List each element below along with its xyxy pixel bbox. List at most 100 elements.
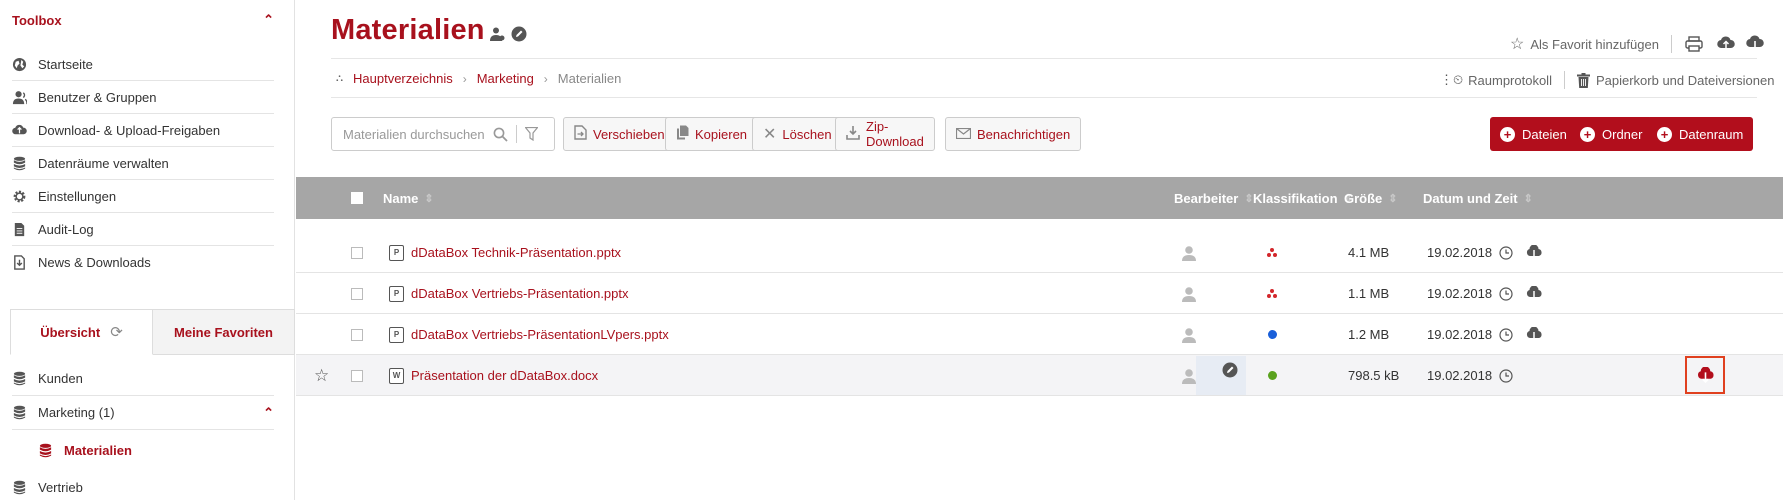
column-size-label: Größe (1344, 190, 1383, 206)
edit-file-button[interactable] (1196, 356, 1246, 395)
zip-download-button[interactable]: Zip-Download (835, 117, 935, 151)
nav-item-news-downloads[interactable]: News & Downloads (12, 246, 274, 279)
tree-item-label: Marketing (1) (38, 405, 115, 420)
column-classification[interactable]: Klassifikation ⇕ (1253, 177, 1353, 219)
breadcrumb-root[interactable]: Hauptverzeichnis (353, 71, 453, 86)
edit-icon[interactable] (511, 26, 527, 42)
column-size[interactable]: Größe ⇕ (1344, 177, 1398, 219)
column-editor-label: Bearbeiter (1174, 190, 1239, 206)
nav-item-label: Download- & Upload-Freigaben (38, 122, 221, 138)
nav-item-label: Startseite (38, 56, 93, 72)
database-icon (12, 371, 38, 386)
cloud-download-icon[interactable] (1746, 35, 1764, 52)
clock-icon[interactable] (1499, 286, 1513, 301)
nav-item-settings[interactable]: Einstellungen (12, 180, 274, 213)
tab-favorites[interactable]: Meine Favoriten (153, 309, 295, 355)
copy-label: Kopieren (695, 126, 748, 142)
print-icon[interactable] (1685, 36, 1703, 52)
cloud-upload-icon[interactable] (1717, 35, 1735, 52)
divider (516, 125, 517, 143)
clock-icon[interactable] (1499, 327, 1513, 342)
table-header: Name ⇕ Bearbeiter ⇕ Klassifikation ⇕ Grö… (296, 177, 1783, 219)
plus-icon: + (1500, 126, 1515, 142)
file-name-link[interactable]: dDataBox Technik-Präsentation.pptx (411, 245, 621, 260)
filter-icon[interactable] (525, 127, 538, 141)
search-box (331, 117, 555, 151)
star-icon[interactable]: ☆ (314, 366, 329, 386)
refresh-icon[interactable]: ⟳ (110, 323, 123, 341)
powerpoint-file-icon: P (389, 244, 404, 261)
chevron-up-icon[interactable]: ⌃ (263, 12, 274, 28)
database-icon (12, 480, 38, 495)
gear-icon (12, 189, 38, 204)
nav-item-audit-log[interactable]: Audit-Log (12, 213, 274, 246)
copy-button[interactable]: Kopieren (665, 117, 759, 151)
divider (1563, 71, 1565, 89)
file-date: 19.02.2018 (1427, 245, 1493, 260)
row-checkbox[interactable] (351, 246, 363, 259)
tree-item-kunden[interactable]: Kunden (12, 362, 274, 396)
add-dataroom-button[interactable]: + Datenraum (1647, 117, 1754, 151)
tab-overview[interactable]: Übersicht ⟳ (10, 309, 153, 355)
nav-item-users-groups[interactable]: Benutzer & Gruppen (12, 81, 274, 114)
plus-icon: + (1580, 126, 1595, 142)
sort-icon: ⇕ (1388, 192, 1398, 205)
file-date: 19.02.2018 (1427, 327, 1493, 342)
page-title: Materialien (331, 14, 485, 46)
table-row[interactable]: ☆ W Präsentation der dDataBox.docx 798.5… (296, 355, 1783, 396)
row-checkbox[interactable] (351, 328, 363, 341)
toolbox-title: Toolbox (12, 13, 62, 28)
header-right-links: ⋮⏲ Raumprotokoll Papierkorb und Dateiver… (1440, 71, 1774, 89)
breadcrumb-current: Materialien (557, 71, 622, 86)
trash-icon (1576, 72, 1590, 88)
table-row[interactable]: P dDataBox Vertriebs-Präsentation.pptx 1… (296, 273, 1783, 314)
document-icon (12, 222, 38, 237)
trash-link[interactable]: Papierkorb und Dateiversionen (1576, 72, 1774, 88)
cloud-download-icon[interactable] (1526, 286, 1542, 301)
column-datetime[interactable]: Datum und Zeit ⇕ (1423, 177, 1533, 219)
database-icon (38, 443, 64, 458)
download-button-highlighted[interactable] (1685, 356, 1725, 394)
add-files-button[interactable]: + Dateien (1490, 117, 1577, 151)
delete-button[interactable]: ✕ Löschen (752, 117, 843, 151)
tree-item-marketing[interactable]: Marketing (1) ⌃ (12, 396, 274, 430)
row-checkbox[interactable] (351, 287, 363, 300)
column-editor[interactable]: Bearbeiter ⇕ (1174, 177, 1254, 219)
clock-icon[interactable] (1499, 368, 1513, 383)
breadcrumb-parent[interactable]: Marketing (477, 71, 534, 86)
nav-item-startseite[interactable]: Startseite (12, 48, 274, 81)
zip-download-label: Zip-Download (866, 119, 924, 149)
nav-item-datarooms[interactable]: Datenräume verwalten (12, 147, 274, 180)
user-permission-icon[interactable] (489, 26, 505, 42)
file-name-link[interactable]: dDataBox Vertriebs-PräsentationLVpers.pp… (411, 327, 669, 342)
nav-item-label: Datenräume verwalten (38, 155, 169, 171)
file-size: 4.1 MB (1348, 245, 1390, 260)
select-all-checkbox[interactable] (351, 192, 363, 204)
chevron-up-icon[interactable]: ⌃ (263, 405, 274, 421)
tree-item-vertrieb[interactable]: Vertrieb (12, 470, 274, 500)
search-input[interactable] (343, 126, 493, 142)
cloud-download-icon[interactable] (1526, 245, 1542, 260)
cloud-download-icon[interactable] (1526, 327, 1542, 342)
breadcrumb-separator: › (543, 71, 548, 86)
file-size: 1.1 MB (1348, 286, 1390, 301)
table-row[interactable]: P dDataBox Technik-Präsentation.pptx 4.1… (296, 232, 1783, 273)
close-icon: ✕ (763, 126, 777, 143)
room-protocol-link[interactable]: ⋮⏲ Raumprotokoll (1440, 72, 1552, 88)
file-name-link[interactable]: Präsentation der dDataBox.docx (411, 368, 598, 383)
table-row[interactable]: P dDataBox Vertriebs-PräsentationLVpers.… (296, 314, 1783, 355)
move-button[interactable]: Verschieben (563, 117, 676, 151)
nav-item-download-upload[interactable]: Download- & Upload-Freigaben (12, 114, 274, 147)
file-name-link[interactable]: dDataBox Vertriebs-Präsentation.pptx (411, 286, 629, 301)
notify-button[interactable]: Benachrichtigen (945, 117, 1082, 151)
add-folder-button[interactable]: + Ordner (1570, 117, 1653, 151)
clock-icon[interactable] (1499, 245, 1513, 260)
tree-item-materialien[interactable]: Materialien (12, 430, 274, 470)
download-icon (846, 125, 860, 143)
toolbox-nav: Startseite Benutzer & Gruppen Download- … (12, 48, 274, 279)
search-icon[interactable] (493, 127, 508, 142)
toolbox-header[interactable]: Toolbox ⌃ (12, 12, 274, 32)
column-name[interactable]: Name ⇕ (383, 177, 434, 219)
add-favorite-button[interactable]: ☆ Als Favorit hinzufügen (1510, 34, 1659, 54)
row-checkbox[interactable] (351, 369, 363, 382)
